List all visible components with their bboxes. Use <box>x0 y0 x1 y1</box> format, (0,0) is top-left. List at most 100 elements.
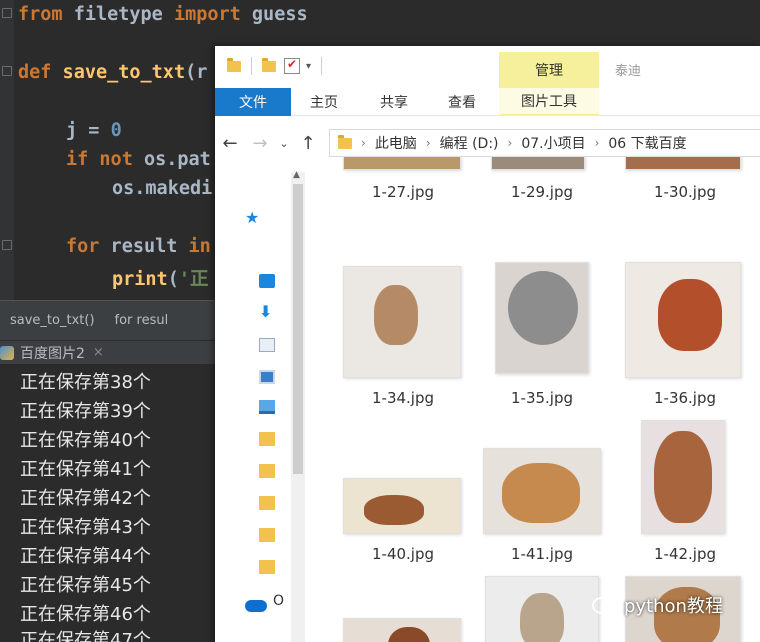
path-segment[interactable]: 编程 (D:) <box>440 133 499 153</box>
path-segment[interactable]: 06 下载百度 <box>608 133 686 153</box>
file-name[interactable]: 1-27.jpg <box>333 183 473 201</box>
folder-icon <box>338 134 352 149</box>
chevron-down-icon[interactable]: ▾ <box>306 61 311 72</box>
tab-home[interactable]: 主页 <box>291 88 357 116</box>
path-separator-icon[interactable]: › <box>595 136 600 150</box>
path-separator-icon[interactable]: › <box>426 136 431 150</box>
image-thumbnail[interactable] <box>343 156 461 170</box>
dog-photo <box>374 285 418 345</box>
forward-arrow-icon[interactable]: → <box>245 133 275 154</box>
file-name[interactable]: 1-40.jpg <box>333 545 473 563</box>
keyword: from <box>18 4 63 25</box>
image-thumbnail[interactable] <box>495 262 589 374</box>
code-line-2[interactable]: def save_to_txt(r <box>18 62 207 83</box>
keyword: def <box>18 62 52 83</box>
editor-gutter <box>0 0 14 300</box>
path-segment[interactable]: 07.小项目 <box>521 133 585 153</box>
file-name[interactable]: 1-29.jpg <box>472 183 612 201</box>
code-line-1[interactable]: from filetype import guess <box>18 4 308 25</box>
image-thumbnail[interactable] <box>483 448 601 534</box>
folder-icon[interactable] <box>259 528 275 542</box>
image-thumbnail[interactable] <box>343 618 461 642</box>
tab-file[interactable]: 文件 <box>215 88 291 116</box>
file-name[interactable]: 1-34.jpg <box>333 389 473 407</box>
breadcrumb-item[interactable]: for resul <box>105 313 179 328</box>
dog-photo <box>654 431 712 523</box>
code-text: result <box>99 236 189 257</box>
nav-pane-scrollbar[interactable]: ▲ <box>291 170 305 642</box>
scrollbar-thumb[interactable] <box>293 184 303 474</box>
folder-icon[interactable] <box>259 464 275 478</box>
image-thumbnail[interactable] <box>343 478 461 534</box>
image-thumbnail[interactable] <box>343 266 461 378</box>
dog-photo <box>364 495 424 525</box>
fold-marker-icon[interactable] <box>2 240 12 250</box>
documents-icon[interactable] <box>259 338 275 352</box>
keyword: for <box>66 236 100 257</box>
function-name: print <box>112 269 168 290</box>
manage-tab[interactable]: 管理 <box>499 52 599 88</box>
console-line: 正在保存第41个 <box>20 459 151 480</box>
path-separator-icon[interactable]: › <box>361 136 366 150</box>
code-line-3[interactable]: j = 0 <box>66 120 122 141</box>
toolbar-divider <box>251 57 252 75</box>
address-bar[interactable]: › 此电脑 › 编程 (D:) › 07.小项目 › 06 下载百度 <box>329 129 760 157</box>
image-thumbnail[interactable] <box>641 420 725 534</box>
breadcrumb-item[interactable]: save_to_txt() <box>0 313 105 328</box>
python-run-icon <box>0 345 14 360</box>
image-thumbnail[interactable] <box>491 156 585 170</box>
code-line-6[interactable]: for result in <box>66 236 211 257</box>
tab-share[interactable]: 共享 <box>361 88 427 116</box>
this-pc-icon[interactable] <box>259 400 275 414</box>
code-line-4[interactable]: if not os.pat <box>66 149 211 170</box>
tab-view[interactable]: 查看 <box>429 88 495 116</box>
path-segment[interactable]: 此电脑 <box>375 133 417 153</box>
wechat-icon <box>592 595 618 616</box>
back-arrow-icon[interactable]: ← <box>215 133 245 154</box>
run-tab[interactable]: 百度图片2 × <box>0 340 216 364</box>
file-name[interactable]: 1-42.jpg <box>615 545 755 563</box>
close-icon[interactable]: × <box>93 345 104 360</box>
file-explorer-window: ▾ 管理 泰迪 文件 主页 共享 查看 图片工具 ← → ⌄ ↑ › 此电脑 ›… <box>215 46 760 642</box>
code-line-7[interactable]: print('正 <box>112 265 208 291</box>
file-grid[interactable]: 1-27.jpg 1-29.jpg 1-30.jpg 1-34.jpg 1-35… <box>315 156 760 642</box>
console-line: 正在保存第39个 <box>20 401 151 422</box>
pictures-icon[interactable] <box>259 370 275 384</box>
navigation-pane[interactable]: ★ ⬇ O ▲ <box>215 166 311 642</box>
folder-icon[interactable] <box>227 57 241 72</box>
code-text: ( <box>167 269 179 290</box>
file-name[interactable]: 1-35.jpg <box>472 389 612 407</box>
code-line-5[interactable]: os.makedi <box>112 178 212 199</box>
console-line: 正在保存第46个 <box>20 604 151 625</box>
fold-marker-icon[interactable] <box>2 66 12 76</box>
onedrive-label[interactable]: O <box>273 593 284 609</box>
file-name[interactable]: 1-36.jpg <box>615 389 755 407</box>
folder-icon[interactable] <box>259 560 275 574</box>
image-thumbnail[interactable] <box>625 262 741 378</box>
star-quick-access-icon[interactable]: ★ <box>245 208 259 227</box>
file-name[interactable]: 1-30.jpg <box>615 183 755 201</box>
dog-photo <box>508 271 578 345</box>
folder-icon[interactable] <box>259 432 275 446</box>
new-folder-icon[interactable] <box>262 57 276 72</box>
recent-locations-chevron-icon[interactable]: ⌄ <box>275 137 293 150</box>
keyword: if <box>66 149 89 170</box>
scroll-up-arrow-icon[interactable]: ▲ <box>293 170 300 180</box>
image-thumbnail[interactable] <box>485 576 599 642</box>
up-arrow-icon[interactable]: ↑ <box>293 133 323 154</box>
image-thumbnail[interactable] <box>625 156 741 170</box>
file-name[interactable]: 1-41.jpg <box>472 545 612 563</box>
path-separator-icon[interactable]: › <box>508 136 513 150</box>
folder-icon[interactable] <box>259 496 275 510</box>
window-title: 泰迪 <box>615 64 642 79</box>
console-line: 正在保存第45个 <box>20 575 151 596</box>
tab-picture-tools[interactable]: 图片工具 <box>499 88 599 116</box>
console-line: 正在保存第43个 <box>20 517 151 538</box>
keyword: not <box>88 149 133 170</box>
desktop-icon[interactable] <box>259 274 275 288</box>
downloads-arrow-icon[interactable]: ⬇ <box>259 302 272 321</box>
onedrive-cloud-icon[interactable] <box>245 600 267 612</box>
properties-check-icon[interactable] <box>284 57 300 74</box>
fold-marker-icon[interactable] <box>2 8 12 18</box>
console-line: 正在保存第47个 <box>20 630 151 642</box>
